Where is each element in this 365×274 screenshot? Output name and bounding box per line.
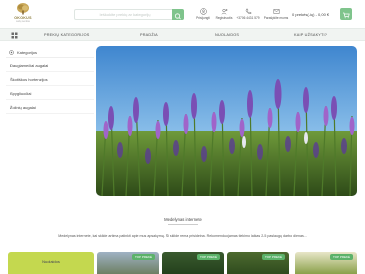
register-label: Registruotis — [215, 16, 233, 20]
nav-item-discounts[interactable]: NUOLAIDOS — [215, 33, 239, 37]
search-icon — [174, 13, 181, 20]
flower-meadow-illustration — [96, 46, 357, 196]
hero-banner-image[interactable] — [96, 46, 357, 196]
sidebar-item-hydrangeas[interactable]: Škotiškos hortenzijos — [6, 72, 94, 86]
cart-summary[interactable]: 0 prekės(-ių) - 0,00 € — [292, 12, 329, 17]
search-placeholder: Ieškokite prekių ar kategorijų — [99, 12, 151, 17]
phone-icon — [245, 8, 251, 14]
tree-logo-icon — [17, 3, 29, 15]
register-icon — [221, 8, 228, 15]
chevron-right-icon: › — [10, 104, 12, 110]
sale-card-label: Nuolaidos — [42, 259, 60, 264]
nav-item-how-to-order[interactable]: KAIP UŽSAKYTI? — [294, 33, 327, 37]
mail-icon — [273, 9, 279, 14]
contact-link[interactable]: Parašykite mums — [263, 8, 289, 20]
contact-label: Parašykite mums — [263, 16, 289, 20]
info-text: Medelynas internete, kai sklide artima p… — [58, 234, 307, 238]
chevron-right-icon: › — [10, 62, 12, 68]
top-product-badge: TOP PREKĖ — [329, 254, 353, 260]
top-product-badge: TOP PREKĖ — [196, 254, 220, 260]
phone-label: +3706 4431 579 — [236, 16, 260, 20]
top-product-badge: TOP PREKĖ — [261, 254, 285, 260]
product-cards-row: Nuolaidos TOP PREKĖ TOP PREKĖ TOP PREKĖ … — [0, 252, 365, 274]
search-input[interactable]: Ieškokite prekių ar kategorijų — [74, 9, 184, 20]
top-product-badge: TOP PREKĖ — [131, 254, 155, 260]
categories-heading: Kategorijos — [6, 46, 94, 58]
chevron-right-icon: › — [10, 90, 12, 96]
categories-heading-label: Kategorijos — [17, 49, 38, 55]
page: OKOKUS sodų centras Ieškokite prekių ar … — [0, 0, 365, 274]
category-list-icon — [9, 50, 14, 55]
product-card[interactable]: TOP PREKĖ — [227, 252, 289, 274]
sale-category-card[interactable]: Nuolaidos — [8, 252, 94, 274]
sidebar-item-label: Škotiškos hortenzijos — [10, 76, 48, 82]
product-card[interactable]: TOP PREKĖ — [97, 252, 159, 274]
logo-subtitle: sodų centras — [16, 20, 30, 23]
sidebar-item-perennials[interactable]: Daugiamečiai augalai › — [6, 58, 94, 72]
header: OKOKUS sodų centras Ieškokite prekių ar … — [0, 0, 365, 28]
product-card[interactable]: TOP PREKĖ — [162, 252, 224, 274]
product-card[interactable]: TOP PREKĖ — [295, 252, 357, 274]
cart-button[interactable] — [340, 8, 352, 20]
nav-item-home[interactable]: PRADŽIA — [140, 33, 158, 37]
search-button[interactable] — [172, 9, 184, 20]
sidebar-item-conifers[interactable]: Spygliuočiai › — [6, 86, 94, 100]
sidebar-item-herbaceous[interactable]: Žolinių augalai › — [6, 100, 94, 114]
main-navigation: PREKIŲ KATEGORIJOS PRADŽIA NUOLAIDOS KAI… — [0, 28, 365, 41]
nav-item-categories[interactable]: PREKIŲ KATEGORIJOS — [44, 33, 90, 37]
category-sidebar: Kategorijos Daugiamečiai augalai › Škoti… — [6, 46, 94, 114]
cart-icon — [343, 12, 350, 19]
user-icon — [199, 8, 207, 15]
logo[interactable]: OKOKUS sodų centras — [12, 3, 34, 23]
grid-menu-icon[interactable] — [11, 32, 18, 39]
register-link[interactable]: Registruotis — [211, 8, 237, 20]
phone-link[interactable]: +3706 4431 579 — [235, 8, 261, 20]
section-title: Medelynas internete — [96, 217, 270, 225]
